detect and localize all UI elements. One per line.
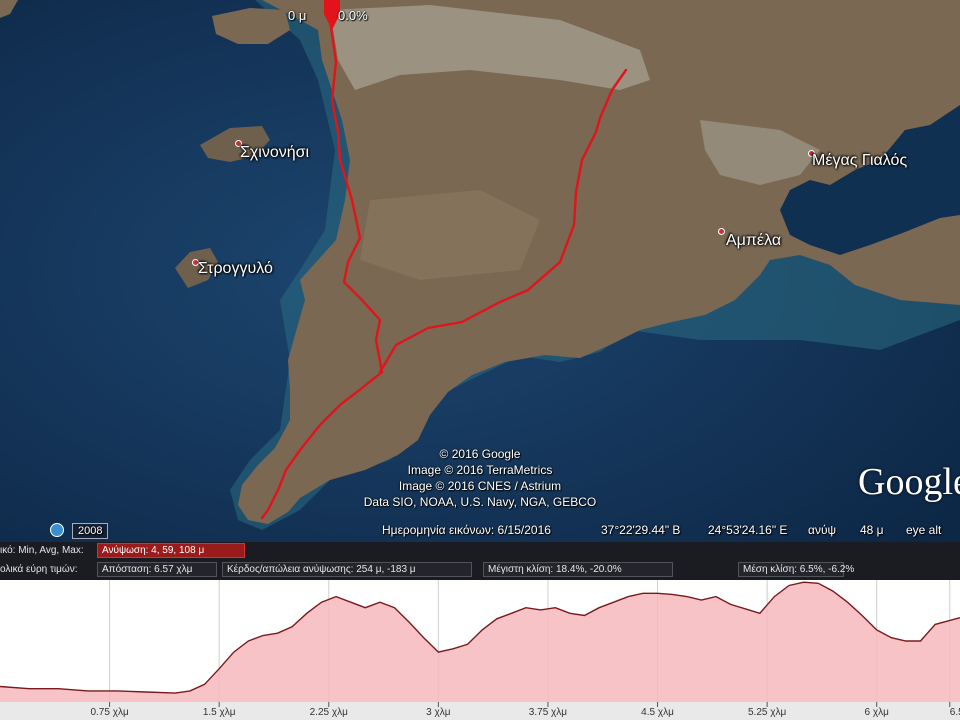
elevation-profile-svg[interactable]: 0.75 χλμ 1.5 χλμ 2.25 χλμ 3 χλμ 3.75 χλμ 4.5 … xyxy=(0,580,960,720)
status-bar: 2008 Ημερομηνία εικόνων: 6/15/2016 37°22… xyxy=(0,518,960,542)
x-tick-label: 2.25 χλμ xyxy=(310,707,348,718)
elevation-value: 48 μ xyxy=(860,523,884,537)
elevation-profile-toolbar: ικό: Min, Avg, Max: Ανύψωση: 4, 59, 108 … xyxy=(0,542,960,580)
google-logo: Google xyxy=(858,461,960,503)
distance-stat[interactable]: Απόσταση: 6.57 χλμ xyxy=(97,562,217,577)
place-label-strongylo[interactable]: Στρογγυλό xyxy=(198,260,273,278)
elevation-label: ανύψ xyxy=(808,523,837,537)
elevation-profile-chart[interactable]: 0.75 χλμ 1.5 χλμ 2.25 χλμ 3 χλμ 3.75 χλμ 4.5 … xyxy=(0,580,960,720)
historical-imagery-icon[interactable] xyxy=(50,523,64,537)
map-view[interactable]: 0 μ 0.0% Σχινονήσι Στρογγυλό Αμπέλα Μέγα… xyxy=(0,0,960,542)
gain-loss-stat[interactable]: Κέρδος/απώλεια ανύψωσης: 254 μ, -183 μ xyxy=(222,562,472,577)
x-tick-label: 3 χλμ xyxy=(426,707,451,718)
stats-label: ικό: Min, Avg, Max: xyxy=(0,545,84,556)
credit-line: Image © 2016 TerraMetrics xyxy=(407,463,553,477)
place-label-schinonisi[interactable]: Σχινονήσι xyxy=(240,144,309,162)
x-tick-label: 1.5 χλμ xyxy=(203,707,236,718)
max-slope-stat[interactable]: Μέγιστη κλίση: 18.4%, -20.0% xyxy=(483,562,673,577)
historical-imagery-year[interactable]: 2008 xyxy=(72,523,109,539)
eye-altitude: eye alt xyxy=(906,523,942,537)
x-axis-band xyxy=(0,702,960,720)
longitude: 24°53'24.16" Ε xyxy=(708,523,788,537)
credit-line: © 2016 Google xyxy=(439,447,521,461)
imagery-credits: © 2016 Google Image © 2016 TerraMetrics … xyxy=(330,446,630,510)
totals-label: ολικά εύρη τιμών: xyxy=(0,564,78,575)
elevation-stat-button[interactable]: Ανύψωση: 4, 59, 108 μ xyxy=(97,543,245,558)
pin-altitude-label: 0 μ xyxy=(288,8,307,23)
credit-line: Image © 2016 CNES / Astrium xyxy=(398,479,562,493)
place-label-megas-gialos[interactable]: Μέγας Γιαλός xyxy=(812,152,907,170)
avg-slope-stat[interactable]: Μέση κλίση: 6.5%, -6.2% xyxy=(738,562,854,577)
profile-totals-row: ολικά εύρη τιμών: Απόσταση: 6.57 χλμ Κέρ… xyxy=(0,561,960,579)
x-tick-label: 6 χλμ xyxy=(865,707,890,718)
x-tick-label: 5.25 χλμ xyxy=(748,707,786,718)
place-label-ampela[interactable]: Αμπέλα xyxy=(726,232,781,250)
profile-stats-row: ικό: Min, Avg, Max: Ανύψωση: 4, 59, 108 … xyxy=(0,542,960,560)
x-tick-label: 6.5 xyxy=(950,707,960,718)
x-tick-label: 4.5 χλμ xyxy=(641,707,674,718)
x-tick-label: 0.75 χλμ xyxy=(90,707,128,718)
pin-grade-label: 0.0% xyxy=(338,8,368,23)
credit-line: Data SIO, NOAA, U.S. Navy, NGA, GEBCO xyxy=(363,495,597,509)
latitude: 37°22'29.44" Β xyxy=(601,523,681,537)
x-tick-label: 3.75 χλμ xyxy=(529,707,567,718)
place-marker-icon[interactable] xyxy=(718,228,725,235)
imagery-date: Ημερομηνία εικόνων: 6/15/2016 xyxy=(382,523,551,537)
